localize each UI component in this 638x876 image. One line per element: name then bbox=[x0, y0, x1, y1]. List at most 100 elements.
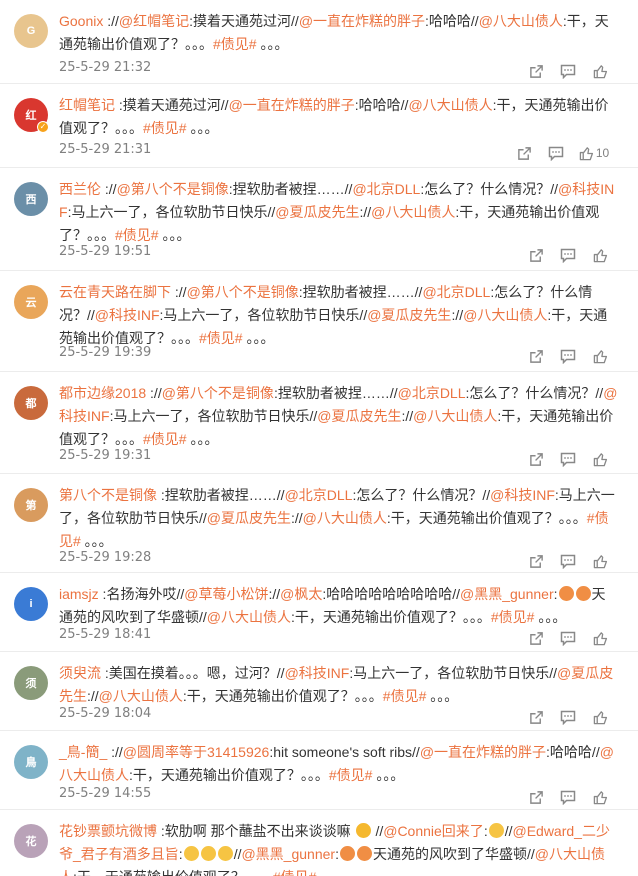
avatar[interactable]: 须 bbox=[14, 666, 48, 700]
mention-link[interactable]: @第八个不是铜像 bbox=[117, 181, 229, 197]
username-link[interactable]: 西兰伦 bbox=[59, 181, 101, 197]
username-link[interactable]: 花钞票颤坑微博 bbox=[59, 823, 157, 839]
mention-link[interactable]: @八大山债人 bbox=[413, 408, 497, 424]
repost-icon[interactable] bbox=[508, 144, 540, 162]
comment-item: G Goonix ://@红帽笔记:摸着天通苑过河//@一直在炸糕的胖子:哈哈哈/… bbox=[0, 0, 638, 84]
mention-link[interactable]: @草莓小松饼 bbox=[184, 586, 268, 602]
like-icon[interactable] bbox=[584, 788, 616, 806]
like-icon[interactable]: 10 bbox=[572, 144, 616, 162]
repost-icon[interactable] bbox=[520, 246, 552, 264]
avatar[interactable]: 第 bbox=[14, 488, 48, 522]
mention-link[interactable]: @八大山债人 bbox=[303, 510, 387, 526]
username-link[interactable]: 第八个不是铜像 bbox=[59, 487, 157, 503]
reply-icon[interactable] bbox=[552, 629, 584, 647]
mention-link[interactable]: @八大山债人 bbox=[463, 307, 547, 323]
username-link[interactable]: 云在青天路在脚下 bbox=[59, 284, 171, 300]
repost-icon[interactable] bbox=[520, 347, 552, 365]
mention-link[interactable]: @夏瓜皮先生 bbox=[317, 408, 401, 424]
like-icon[interactable] bbox=[584, 347, 616, 365]
comment-text: : bbox=[178, 846, 183, 862]
comment-item: 花花钞票颤坑微博 :软肋啊 那个蘸盐不出来谈谈嘛 //@Connie回来了://… bbox=[0, 810, 638, 876]
username-link[interactable]: 都市边缘2018 bbox=[59, 385, 146, 401]
comment-actions bbox=[520, 552, 616, 570]
mention-link[interactable]: @八大山债人 bbox=[479, 13, 563, 29]
like-icon[interactable] bbox=[584, 629, 616, 647]
avatar[interactable]: 西 bbox=[14, 182, 48, 216]
mention-link[interactable]: @北京DLL bbox=[422, 284, 490, 300]
comment-item: 第第八个不是铜像 :捏软肋者被捏……//@北京DLL:怎么了？什么情况？//@科… bbox=[0, 474, 638, 573]
reply-icon[interactable] bbox=[540, 144, 572, 162]
mention-link[interactable]: @夏瓜皮先生 bbox=[207, 510, 291, 526]
mention-link[interactable]: @北京DLL bbox=[285, 487, 353, 503]
mention-link[interactable]: @黑黑_gunner bbox=[460, 586, 554, 602]
comment-body: 第八个不是铜像 :捏软肋者被捏……//@北京DLL:怎么了？什么情况？//@科技… bbox=[59, 484, 618, 553]
hashtag-link[interactable]: #债见# bbox=[383, 688, 427, 704]
mention-link[interactable]: @北京DLL bbox=[398, 385, 466, 401]
mention-link[interactable]: @八大山债人 bbox=[207, 609, 291, 625]
like-icon[interactable] bbox=[584, 552, 616, 570]
avatar[interactable]: G bbox=[14, 14, 48, 48]
mention-link[interactable]: @八大山债人 bbox=[99, 688, 183, 704]
mention-link[interactable]: @一直在炸糕的胖子 bbox=[420, 744, 546, 760]
mention-link[interactable]: @一直在炸糕的胖子 bbox=[229, 97, 355, 113]
repost-icon[interactable] bbox=[520, 708, 552, 726]
mention-link[interactable]: @八大山债人 bbox=[371, 204, 455, 220]
repost-icon[interactable] bbox=[520, 62, 552, 80]
mention-link[interactable]: @黑黑_gunner bbox=[241, 846, 335, 862]
comment-actions bbox=[520, 246, 616, 264]
mention-link[interactable]: @Connie回来了 bbox=[383, 823, 484, 839]
hashtag-link[interactable]: #债见# bbox=[329, 767, 373, 783]
hashtag-link[interactable]: #债见# bbox=[273, 869, 317, 876]
reply-icon[interactable] bbox=[552, 450, 584, 468]
hashtag-link[interactable]: #债见# bbox=[199, 330, 243, 346]
reply-icon[interactable] bbox=[552, 347, 584, 365]
mention-link[interactable]: @一直在炸糕的胖子 bbox=[299, 13, 425, 29]
avatar[interactable]: 鳥 bbox=[14, 745, 48, 779]
repost-icon[interactable] bbox=[520, 629, 552, 647]
avatar[interactable]: 花 bbox=[14, 824, 48, 858]
repost-icon[interactable] bbox=[520, 450, 552, 468]
mention-link[interactable]: @第八个不是铜像 bbox=[162, 385, 274, 401]
username-link[interactable]: iamsjz bbox=[59, 586, 99, 602]
cry-emoji-icon bbox=[575, 586, 591, 601]
avatar[interactable]: i bbox=[14, 587, 48, 621]
like-icon[interactable] bbox=[584, 246, 616, 264]
comment-text: :// bbox=[146, 385, 162, 401]
comment-text: 。。。 bbox=[186, 431, 219, 447]
username-link[interactable]: _鳥-簡_ bbox=[59, 744, 107, 760]
mention-link[interactable]: @夏瓜皮先生 bbox=[367, 307, 451, 323]
mention-link[interactable]: @红帽笔记 bbox=[119, 13, 189, 29]
hashtag-link[interactable]: #债见# bbox=[491, 609, 535, 625]
avatar[interactable]: 都 bbox=[14, 386, 48, 420]
mention-link[interactable]: @圆周率等于31415926 bbox=[123, 744, 270, 760]
username-link[interactable]: 红帽笔记 bbox=[59, 97, 115, 113]
hashtag-link[interactable]: #债见# bbox=[115, 227, 159, 243]
repost-icon[interactable] bbox=[520, 788, 552, 806]
comment-text: :// bbox=[107, 744, 123, 760]
username-link[interactable]: 须臾流 bbox=[59, 665, 101, 681]
repost-icon[interactable] bbox=[520, 552, 552, 570]
mention-link[interactable]: @科技INF bbox=[490, 487, 555, 503]
comment-text: :// bbox=[359, 204, 372, 220]
mention-link[interactable]: @科技INF bbox=[285, 665, 350, 681]
reply-icon[interactable] bbox=[552, 62, 584, 80]
mention-link[interactable]: @夏瓜皮先生 bbox=[275, 204, 359, 220]
hashtag-link[interactable]: #债见# bbox=[213, 36, 257, 52]
like-icon[interactable] bbox=[584, 708, 616, 726]
comment-text: :// bbox=[401, 408, 414, 424]
hashtag-link[interactable]: #债见# bbox=[143, 431, 187, 447]
avatar[interactable]: 云 bbox=[14, 285, 48, 319]
reply-icon[interactable] bbox=[552, 788, 584, 806]
like-icon[interactable] bbox=[584, 450, 616, 468]
username-link[interactable]: Goonix bbox=[59, 13, 103, 29]
mention-link[interactable]: @北京DLL bbox=[352, 181, 420, 197]
mention-link[interactable]: @八大山债人 bbox=[408, 97, 492, 113]
reply-icon[interactable] bbox=[552, 708, 584, 726]
reply-icon[interactable] bbox=[552, 552, 584, 570]
hashtag-link[interactable]: #债见# bbox=[143, 120, 187, 136]
mention-link[interactable]: @第八个不是铜像 bbox=[187, 284, 299, 300]
mention-link[interactable]: @科技INF bbox=[95, 307, 160, 323]
like-icon[interactable] bbox=[584, 62, 616, 80]
mention-link[interactable]: @枫太 bbox=[280, 586, 322, 602]
reply-icon[interactable] bbox=[552, 246, 584, 264]
